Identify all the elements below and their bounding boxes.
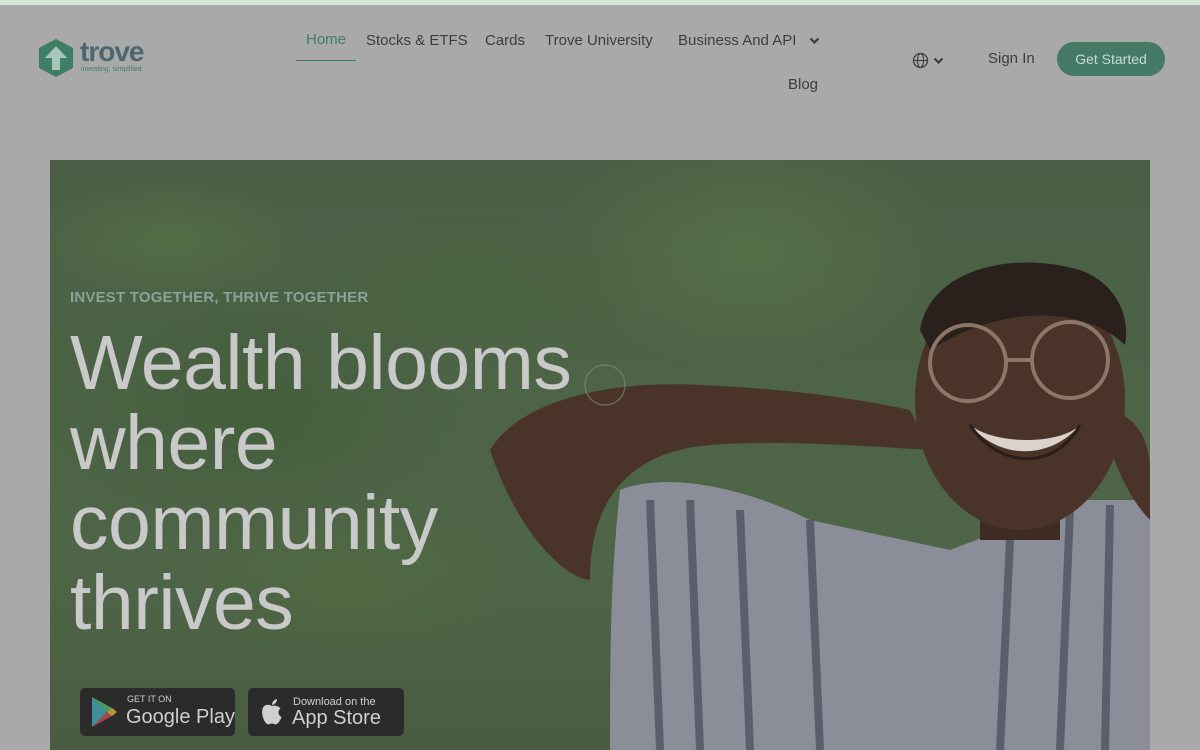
chevron-down-icon	[809, 37, 819, 45]
language-selector[interactable]	[912, 52, 946, 70]
chevron-down-icon	[933, 57, 944, 65]
nav-trove-university[interactable]: Trove University	[545, 32, 653, 49]
headline-line: Wealth blooms	[70, 320, 572, 406]
nav-home-underline	[296, 60, 356, 61]
trove-logo[interactable]: trove investing, simplified	[38, 36, 153, 78]
logo-tagline: investing, simplified	[81, 66, 142, 73]
logo-wordmark: trove	[80, 36, 144, 67]
hero-headline: Wealth blooms where community thrives	[70, 323, 670, 643]
nav-business-api-label: Business And API	[678, 32, 797, 49]
hero-eyebrow: INVEST TOGETHER, THRIVE TOGETHER	[70, 289, 369, 306]
headline-line: thrives	[70, 560, 294, 646]
headline-line: community	[70, 480, 438, 566]
headline-line: where	[70, 400, 278, 486]
google-play-icon	[92, 697, 117, 727]
logo-hexagon-icon	[39, 39, 73, 77]
globe-icon	[912, 52, 929, 69]
google-play-big-text: Google Play	[126, 706, 235, 728]
sign-in-link[interactable]: Sign In	[988, 50, 1035, 67]
google-play-button[interactable]: GET IT ON Google Play	[80, 688, 235, 736]
nav-home[interactable]: Home	[306, 31, 346, 48]
nav-cards[interactable]: Cards	[485, 32, 525, 49]
nav-stocks-etfs[interactable]: Stocks & ETFS	[366, 32, 468, 49]
nav-blog[interactable]: Blog	[788, 76, 818, 93]
google-play-small-text: GET IT ON	[127, 694, 172, 704]
get-started-button[interactable]: Get Started	[1057, 42, 1165, 76]
top-accent-strip	[0, 0, 1200, 5]
apple-icon	[262, 699, 282, 725]
nav-business-api[interactable]: Business And API	[678, 32, 820, 49]
app-store-big-text: App Store	[292, 707, 381, 729]
app-store-button[interactable]: Download on the App Store	[248, 688, 404, 736]
